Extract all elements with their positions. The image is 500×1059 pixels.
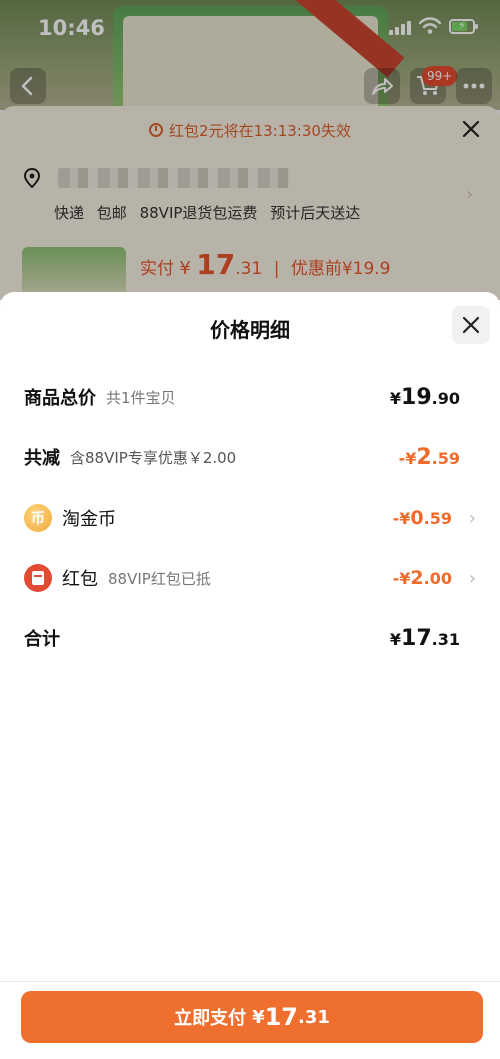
red-packet-countdown: 红包2元将在13:13:30失效: [0, 110, 500, 150]
more-icon: [463, 83, 485, 89]
red-packet-icon: [24, 564, 52, 592]
pay-now-dec: .31: [298, 1006, 330, 1028]
pay-bar: 立即支付 ¥17.31: [0, 981, 500, 1059]
back-icon: [21, 76, 33, 96]
back-button[interactable]: [10, 68, 46, 104]
share-button[interactable]: [364, 68, 400, 104]
discount-amount: -¥2.59: [398, 444, 460, 470]
discount-label: 共减: [24, 448, 60, 469]
sum-amount: ¥17.31: [389, 625, 460, 651]
coin-icon: 币: [24, 504, 52, 532]
modal-close-button[interactable]: [452, 306, 490, 344]
row-total-goods: 商品总价 共1件宝贝 ¥19.90: [24, 377, 476, 417]
close-order-button[interactable]: [462, 116, 480, 144]
delivery-method: 快递: [54, 204, 85, 222]
pay-now-button[interactable]: 立即支付 ¥17.31: [21, 991, 483, 1043]
original-price-label: 优惠前: [290, 259, 342, 279]
total-goods-label: 商品总价: [24, 388, 96, 409]
countdown-text: 红包2元将在13:13:30失效: [169, 121, 351, 140]
delivery-return-insurance: 88VIP退货包运费: [139, 204, 258, 222]
row-total-discount: 共减 含88VIP专享优惠￥2.00 -¥2.59: [24, 437, 476, 477]
close-icon: [462, 316, 480, 334]
total-goods-count: 共1件宝贝: [106, 388, 176, 407]
chevron-right-icon: ›: [468, 507, 476, 529]
wifi-icon: [419, 17, 441, 34]
taojinbi-label: 淘金币: [62, 509, 116, 530]
more-button[interactable]: [456, 68, 492, 104]
pay-now-yen: ¥: [252, 1006, 265, 1028]
paid-price-summary: 实付 ¥ 17.31 | 优惠前¥19.9: [140, 248, 391, 281]
close-icon: [462, 120, 480, 138]
pay-now-label: 立即支付: [174, 1008, 247, 1029]
address-text-blurred: [58, 168, 290, 188]
chevron-right-icon: ›: [468, 567, 476, 589]
battery-icon: ⚡: [449, 19, 478, 34]
row-sum: 合计 ¥17.31: [24, 618, 476, 658]
total-goods-amount: ¥19.90: [389, 384, 460, 410]
delivery-info: 快递 包邮 88VIP退货包运费 预计后天送达: [54, 202, 368, 223]
status-time: 10:46: [38, 16, 105, 40]
clock-icon: [149, 123, 164, 137]
hongbao-detail: 88VIP红包已抵: [108, 569, 211, 588]
row-taojinbi[interactable]: 币 淘金币 -¥0.59 ›: [24, 498, 476, 538]
signal-icon: [389, 21, 411, 35]
original-price: ¥19.9: [341, 259, 391, 279]
hongbao-amount: -¥2.00: [392, 567, 452, 589]
location-pin-icon: [23, 168, 41, 188]
row-hongbao[interactable]: 红包 88VIP红包已抵 -¥2.00 ›: [24, 558, 476, 598]
delivery-free-shipping: 包邮: [96, 204, 127, 222]
sum-label: 合计: [24, 629, 60, 650]
discount-detail: 含88VIP专享优惠￥2.00: [70, 448, 237, 467]
delivery-eta: 预计后天送达: [270, 204, 361, 222]
status-bar: 10:46 ⚡: [0, 0, 500, 56]
chevron-right-icon: ›: [466, 184, 474, 205]
paid-price-int: 17: [196, 248, 236, 281]
paid-price-dec: .31: [235, 259, 263, 279]
cart-badge: 99+: [422, 66, 458, 86]
paid-label: 实付: [140, 259, 174, 279]
modal-title: 价格明细: [210, 318, 290, 342]
paid-yen: ¥: [179, 258, 191, 279]
price-detail-modal: 价格明细 商品总价 共1件宝贝 ¥19.90 共减 含88VIP专享优惠￥2.0…: [0, 292, 500, 1059]
hongbao-label: 红包: [62, 569, 98, 590]
share-icon: [372, 78, 393, 95]
pay-now-int: 17: [264, 1003, 299, 1031]
taojinbi-amount: -¥0.59: [392, 507, 452, 529]
